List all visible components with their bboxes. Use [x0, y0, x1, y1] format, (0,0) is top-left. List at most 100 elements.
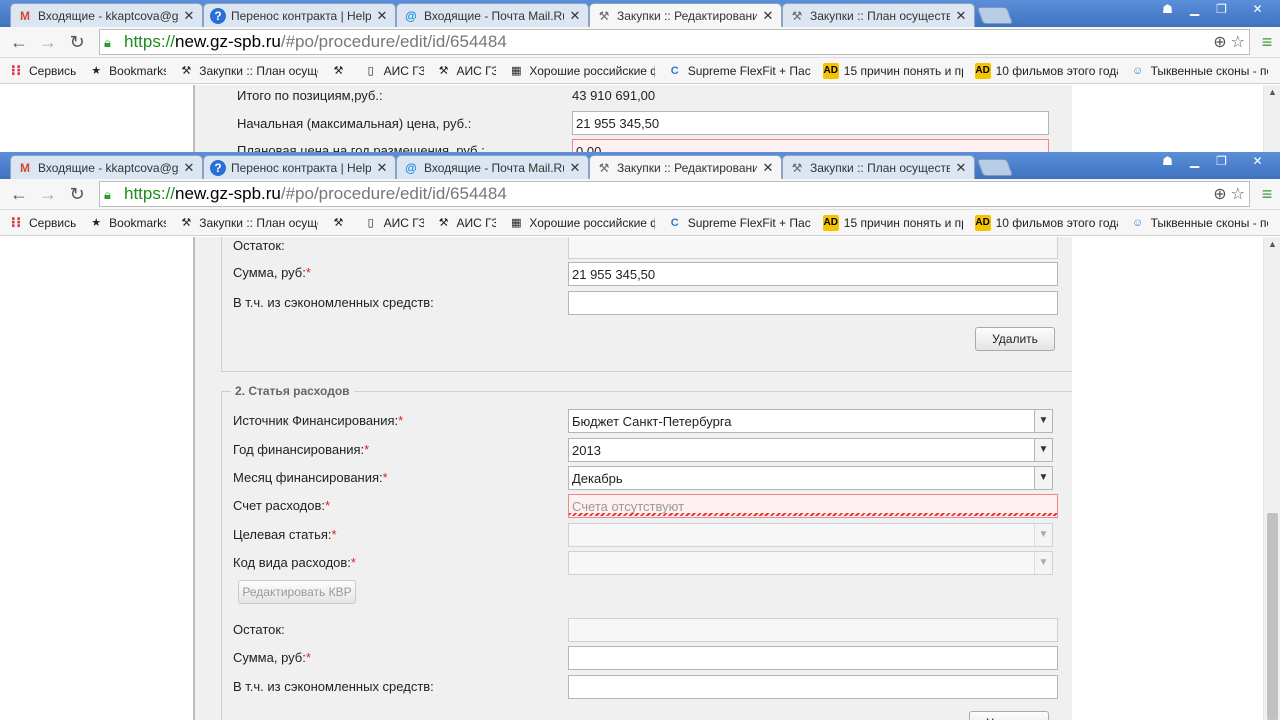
bookmark-item[interactable]: ▦ Хорошие российские ф [508, 63, 655, 79]
bookmark-item[interactable]: C Supreme FlexFit + Паст [667, 215, 811, 231]
bookmark-item[interactable]: ⚒ [330, 63, 350, 79]
maximize-icon[interactable]: ❐ [1208, 0, 1235, 18]
delete-button[interactable]: Удалить [975, 327, 1055, 351]
fieldset-border [221, 391, 222, 720]
bookmark-item[interactable]: ☺ Тыквенные сконы - по [1130, 63, 1268, 79]
chevron-down-icon[interactable]: ▼ [1034, 410, 1052, 432]
bookmark-item[interactable]: AD 10 фильмов этого года [974, 214, 1118, 231]
tab-helpdesk[interactable]: ? Перенос контракта | HelpDesk ✕ [203, 3, 396, 27]
bookmark-item[interactable]: ▯ АИС ГЗ [363, 63, 424, 79]
forward-icon[interactable]: → [35, 29, 61, 55]
close-icon[interactable]: ✕ [568, 8, 582, 24]
bookmark-item[interactable]: ▦ Хорошие российские ф [508, 215, 655, 231]
remainder-input[interactable] [568, 237, 1058, 259]
user-icon[interactable]: ☗ [1154, 152, 1181, 170]
close-window-icon[interactable]: ✕ [1235, 152, 1280, 170]
initial-price-input[interactable]: 21 955 345,50 [572, 111, 1049, 135]
close-icon[interactable]: ✕ [761, 8, 775, 24]
funding-month-select[interactable]: Декабрь ▼ [568, 466, 1053, 490]
forward-icon[interactable]: → [35, 181, 61, 207]
tab-mailru[interactable]: @ Входящие - Почта Mail.Ru ✕ [396, 155, 589, 179]
tab-zakupki-edit[interactable]: ⚒ Закупки :: Редактирование ✕ [589, 155, 782, 179]
menu-icon[interactable]: ≡ [1254, 32, 1280, 53]
close-icon[interactable]: ✕ [568, 160, 582, 176]
sum-input[interactable]: 21 955 345,50 [568, 262, 1058, 286]
window-controls: ☗ ▁ ❐ ✕ [1154, 0, 1280, 18]
close-icon[interactable]: ✕ [182, 8, 196, 24]
tab-helpdesk[interactable]: ? Перенос контракта | HelpDesk ✕ [203, 155, 396, 179]
tab-mailru[interactable]: @ Входящие - Почта Mail.Ru ✕ [396, 3, 589, 27]
edit-kvr-button[interactable]: Редактировать КВР [238, 580, 356, 604]
bookmark-item[interactable]: ★ Bookmarks [88, 215, 166, 231]
zoom-icon[interactable]: ⊕ [1213, 32, 1226, 52]
funding-year-select[interactable]: 2013 ▼ [568, 438, 1053, 462]
close-icon[interactable]: ✕ [182, 160, 196, 176]
new-tab-button[interactable] [976, 7, 1014, 24]
tab-strip: M Входящие - kkaptcova@gmail ✕ ? Перенос… [0, 152, 1280, 179]
maximize-icon[interactable]: ❐ [1208, 152, 1235, 170]
saved-funds-label: В т.ч. из сэкономленных средств: [233, 295, 434, 310]
minimize-icon[interactable]: ▁ [1181, 152, 1208, 170]
close-icon[interactable]: ✕ [954, 8, 968, 24]
bookmark-item[interactable]: AD 10 фильмов этого года [974, 62, 1118, 79]
zoom-icon[interactable]: ⊕ [1213, 184, 1226, 204]
close-icon[interactable]: ✕ [954, 160, 968, 176]
kvr-code-select[interactable]: ▼ [568, 551, 1053, 575]
delete-button[interactable]: Удалить [969, 711, 1049, 720]
saved-funds-input[interactable] [568, 675, 1058, 699]
minimize-icon[interactable]: ▁ [1181, 0, 1208, 18]
sum-input[interactable] [568, 646, 1058, 670]
bookmark-star-icon[interactable]: ☆ [1231, 184, 1245, 204]
close-icon[interactable]: ✕ [761, 160, 775, 176]
address-bar[interactable]: 🔒︎ https://new.gz-spb.ru/#po/procedure/e… [99, 181, 1250, 207]
bookmark-item[interactable]: ▯ АИС ГЗ [363, 215, 424, 231]
scrollbar[interactable]: ▲ [1263, 237, 1280, 720]
bookmark-item[interactable]: ☺ Тыквенные сконы - по [1130, 215, 1268, 231]
tab-gmail[interactable]: M Входящие - kkaptcova@gmail ✕ [10, 3, 203, 27]
window-controls: ☗ ▁ ❐ ✕ [1154, 152, 1280, 170]
menu-icon[interactable]: ≡ [1254, 184, 1280, 205]
remainder-input[interactable] [568, 618, 1058, 642]
bookmark-item[interactable]: ⚒ Закупки :: План осуще [178, 63, 318, 79]
chevron-down-icon[interactable]: ▼ [1034, 467, 1052, 489]
bookmark-item[interactable]: C Supreme FlexFit + Паст [667, 63, 811, 79]
back-icon[interactable]: ← [6, 181, 32, 207]
bookmark-item[interactable]: ⚒ Закупки :: План осуще [178, 215, 318, 231]
scroll-up-icon[interactable]: ▲ [1268, 87, 1277, 97]
close-icon[interactable]: ✕ [375, 8, 389, 24]
chevron-down-icon[interactable]: ▼ [1034, 552, 1052, 574]
scroll-up-icon[interactable]: ▲ [1268, 239, 1277, 249]
page-icon: ▯ [367, 217, 374, 229]
scroll-thumb[interactable] [1267, 513, 1278, 720]
planned-price-input[interactable]: 0,00 [572, 139, 1049, 152]
funding-source-select[interactable]: Бюджет Санкт-Петербурга ▼ [568, 409, 1053, 433]
tab-zakupki-edit[interactable]: ⚒ Закупки :: Редактирование ✕ [589, 3, 782, 27]
close-window-icon[interactable]: ✕ [1235, 0, 1280, 18]
bookmark-item[interactable]: ⁝⁝ Сервисы [8, 63, 76, 79]
target-item-select[interactable]: ▼ [568, 523, 1053, 547]
close-icon[interactable]: ✕ [375, 160, 389, 176]
chevron-down-icon[interactable]: ▼ [1034, 524, 1052, 546]
bookmark-item[interactable]: ⚒ [330, 215, 350, 231]
address-bar[interactable]: 🔒︎ https://new.gz-spb.ru/#po/procedure/e… [99, 29, 1250, 55]
expense-account-input[interactable]: Счета отсутствуют [568, 494, 1058, 518]
tab-gmail[interactable]: M Входящие - kkaptcova@gmail ✕ [10, 155, 203, 179]
reload-icon[interactable]: ↻ [64, 29, 90, 55]
bookmark-item[interactable]: ⚒ АИС ГЗ [436, 215, 497, 231]
reload-icon[interactable]: ↻ [64, 181, 90, 207]
new-tab-button[interactable] [976, 159, 1014, 176]
chevron-down-icon[interactable]: ▼ [1034, 439, 1052, 461]
back-icon[interactable]: ← [6, 29, 32, 55]
bookmark-item[interactable]: AD 15 причин понять и пр [822, 214, 963, 231]
scrollbar[interactable]: ▲ [1263, 85, 1280, 152]
bookmark-item[interactable]: AD 15 причин понять и пр [822, 62, 963, 79]
tab-zakupki-plan[interactable]: ⚒ Закупки :: План осуществления ✕ [782, 3, 975, 27]
bookmark-item[interactable]: ★ Bookmarks [88, 63, 166, 79]
tab-zakupki-plan[interactable]: ⚒ Закупки :: План осуществления ✕ [782, 155, 975, 179]
bookmark-item[interactable]: ⚒ АИС ГЗ [436, 63, 497, 79]
bookmark-item[interactable]: ⁝⁝ Сервисы [8, 215, 76, 231]
total-label: Итого по позициям,руб.: [237, 88, 383, 103]
saved-funds-input[interactable] [568, 291, 1058, 315]
user-icon[interactable]: ☗ [1154, 0, 1181, 18]
bookmark-star-icon[interactable]: ☆ [1231, 32, 1245, 52]
